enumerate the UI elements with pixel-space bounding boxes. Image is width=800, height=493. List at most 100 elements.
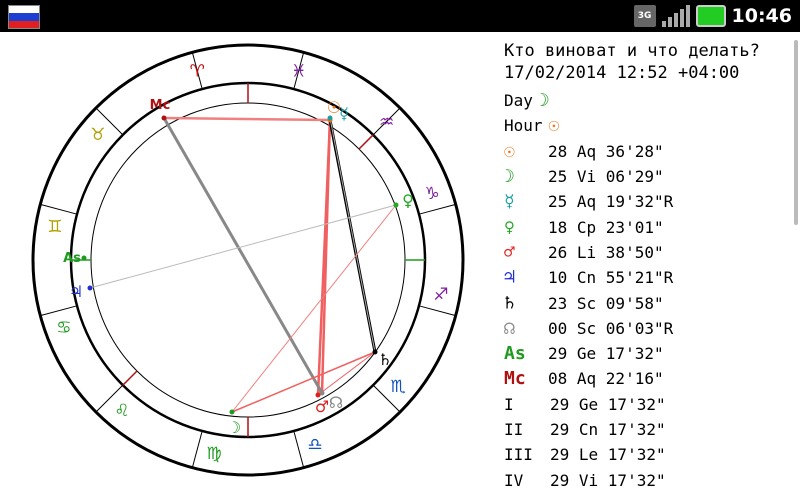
planet-glyph-icon: ☉	[504, 140, 515, 162]
flag-stripe-red	[9, 20, 39, 28]
planet-glyph-icon: ♀	[504, 216, 515, 238]
signal-strength-icon	[661, 5, 690, 27]
zodiac-sign-icon: ♒	[379, 112, 394, 132]
position-text: 08 Aq 22'16"	[548, 369, 664, 389]
house-cusp-tick	[122, 370, 138, 386]
house-row: III 29 Le 17'32"	[504, 442, 794, 467]
position-text: 29 Ge 17'32"	[550, 394, 666, 414]
planet-glyph-icon: ♄	[504, 292, 515, 314]
clock: 10:46	[731, 5, 792, 27]
house-cusp-tick	[358, 134, 374, 150]
planet-glyph-icon: ☊	[504, 317, 515, 339]
sign-divider	[40, 203, 78, 215]
chart-wheel[interactable]: ♈ ♓♒♑♐♏♎♍♌♋♊♉☉☿♀♄☊♂☽♃AsMc	[0, 32, 500, 480]
planet-dot	[161, 115, 167, 121]
scrollbar[interactable]	[794, 40, 798, 225]
position-text: 10 Cn 55'21"R	[548, 268, 674, 288]
planet-glyph-icon: Mc	[504, 368, 526, 390]
aspect-line	[162, 117, 324, 394]
chart-info-panel: Кто виноват и что делать? 17/02/2014 12:…	[504, 40, 794, 493]
planet-dot	[393, 202, 399, 208]
planet-row: ♃ 10 Cn 55'21"R	[504, 265, 794, 290]
planet-glyph-icon: ♃	[504, 267, 515, 289]
planet-glyph-icon: As	[504, 343, 526, 365]
zodiac-sign-icon: ♋	[56, 318, 71, 338]
zodiac-sign-icon: ♊	[47, 217, 62, 237]
aspect-line	[329, 117, 376, 353]
zodiac-sign-icon: ♏	[391, 377, 406, 397]
zodiac-sign-icon: ♈	[190, 62, 205, 82]
position-text: 28 Aq 36'28"	[548, 141, 664, 161]
positions-list: Day ☽ Hour ☉ ☉ 28 Aq 36'28" ☽ 25 Vi 06'29" ☿ 25 A…	[504, 88, 794, 493]
ruler-row-hour: Hour ☉	[504, 113, 794, 138]
row-label: II	[504, 420, 524, 439]
network-type: 3G	[637, 11, 652, 21]
planet-glyph-icon: ♂	[504, 241, 515, 263]
zodiac-sign-icon: ♉	[90, 125, 105, 145]
house-row: I 29 Ge 17'32"	[504, 392, 794, 417]
venus-icon: ♀	[402, 191, 414, 210]
ruler-row-day: Day ☽	[504, 88, 794, 113]
position-text: 00 Sc 06'03"R	[548, 318, 674, 338]
planet-row: ☉ 28 Aq 36'28"	[504, 139, 794, 164]
position-text: 29 Le 17'32"	[550, 445, 666, 465]
moon-icon: ☽	[227, 418, 241, 437]
position-text: 29 Cn 17'32"	[550, 420, 666, 439]
planet-dot	[229, 409, 235, 415]
ruler-label: Day	[504, 91, 533, 111]
house-row: IV 29 Vi 17'32"	[504, 467, 794, 492]
aspect-line	[89, 204, 397, 289]
planet-row: ☿ 25 Aq 19'32"R	[504, 189, 794, 214]
sign-divider	[293, 430, 305, 468]
sign-divider	[191, 430, 203, 468]
position-text: 25 Vi 06'29"	[548, 167, 664, 187]
position-text: 29 Vi 17'32"	[550, 470, 666, 490]
status-bar: 3G 10:46	[0, 0, 800, 32]
node-icon: ☊	[329, 393, 343, 412]
planet-row: ☊ 00 Sc 06'03"R	[504, 316, 794, 341]
zodiac-sign-icon: ♐	[433, 285, 448, 305]
mercury-icon: ☿	[339, 104, 349, 123]
sign-divider	[40, 305, 78, 317]
planet-glyph-icon: ☽	[504, 166, 515, 188]
aspect-line	[317, 351, 376, 396]
zodiac-sign-icon: ♑	[425, 184, 440, 204]
flag-stripe-blue	[9, 13, 39, 21]
ruler-glyph-icon: ☽	[538, 90, 550, 112]
planet-row: ♄ 23 Sc 09'58"	[504, 290, 794, 315]
position-text: 18 Cp 23'01"	[548, 217, 664, 237]
mars-icon: ♂	[315, 397, 329, 416]
planet-row: As 29 Ge 17'32"	[504, 341, 794, 366]
language-flag-icon[interactable]	[8, 5, 40, 29]
ruler-glyph-icon: ☉	[548, 115, 560, 137]
zodiac-sign-icon: ♍	[206, 444, 221, 464]
planet-dot	[327, 115, 333, 121]
row-label: IV	[504, 470, 524, 490]
battery-icon	[695, 5, 726, 27]
ruler-label: Hour	[504, 116, 543, 136]
midheaven-icon: Mc	[150, 98, 171, 113]
jupiter-icon: ♃	[69, 282, 83, 301]
house-row: II 29 Cn 17'32"	[504, 417, 794, 442]
planet-dot	[81, 255, 87, 261]
zodiac-sign-icon: ♓	[291, 62, 306, 82]
planet-row: Mc 08 Aq 22'16"	[504, 366, 794, 391]
planet-dot	[87, 285, 93, 291]
position-text: 25 Aq 19'32"R	[548, 192, 674, 212]
question-title: Кто виноват и что делать?	[504, 41, 760, 61]
planet-row: ♂ 26 Li 38'50"	[504, 240, 794, 265]
zodiac-sign-icon: ♎	[307, 435, 322, 455]
planet-row: ♀ 18 Cp 23'01"	[504, 214, 794, 239]
zodiac-sign-icon: ♌	[114, 401, 129, 421]
network-3g-icon: 3G	[633, 5, 656, 27]
planet-dot	[372, 349, 378, 355]
ascendant-icon: As	[63, 251, 81, 266]
aspect-line	[163, 116, 331, 122]
row-label: I	[504, 394, 514, 414]
chart-datetime: 17/02/2014 12:52 +04:00	[504, 63, 740, 83]
sign-divider	[418, 305, 456, 317]
planet-glyph-icon: ☿	[504, 191, 515, 213]
position-text: 26 Li 38'50"	[548, 242, 664, 262]
flag-stripe-white	[9, 6, 39, 14]
position-text: 23 Sc 09'58"	[548, 293, 664, 313]
